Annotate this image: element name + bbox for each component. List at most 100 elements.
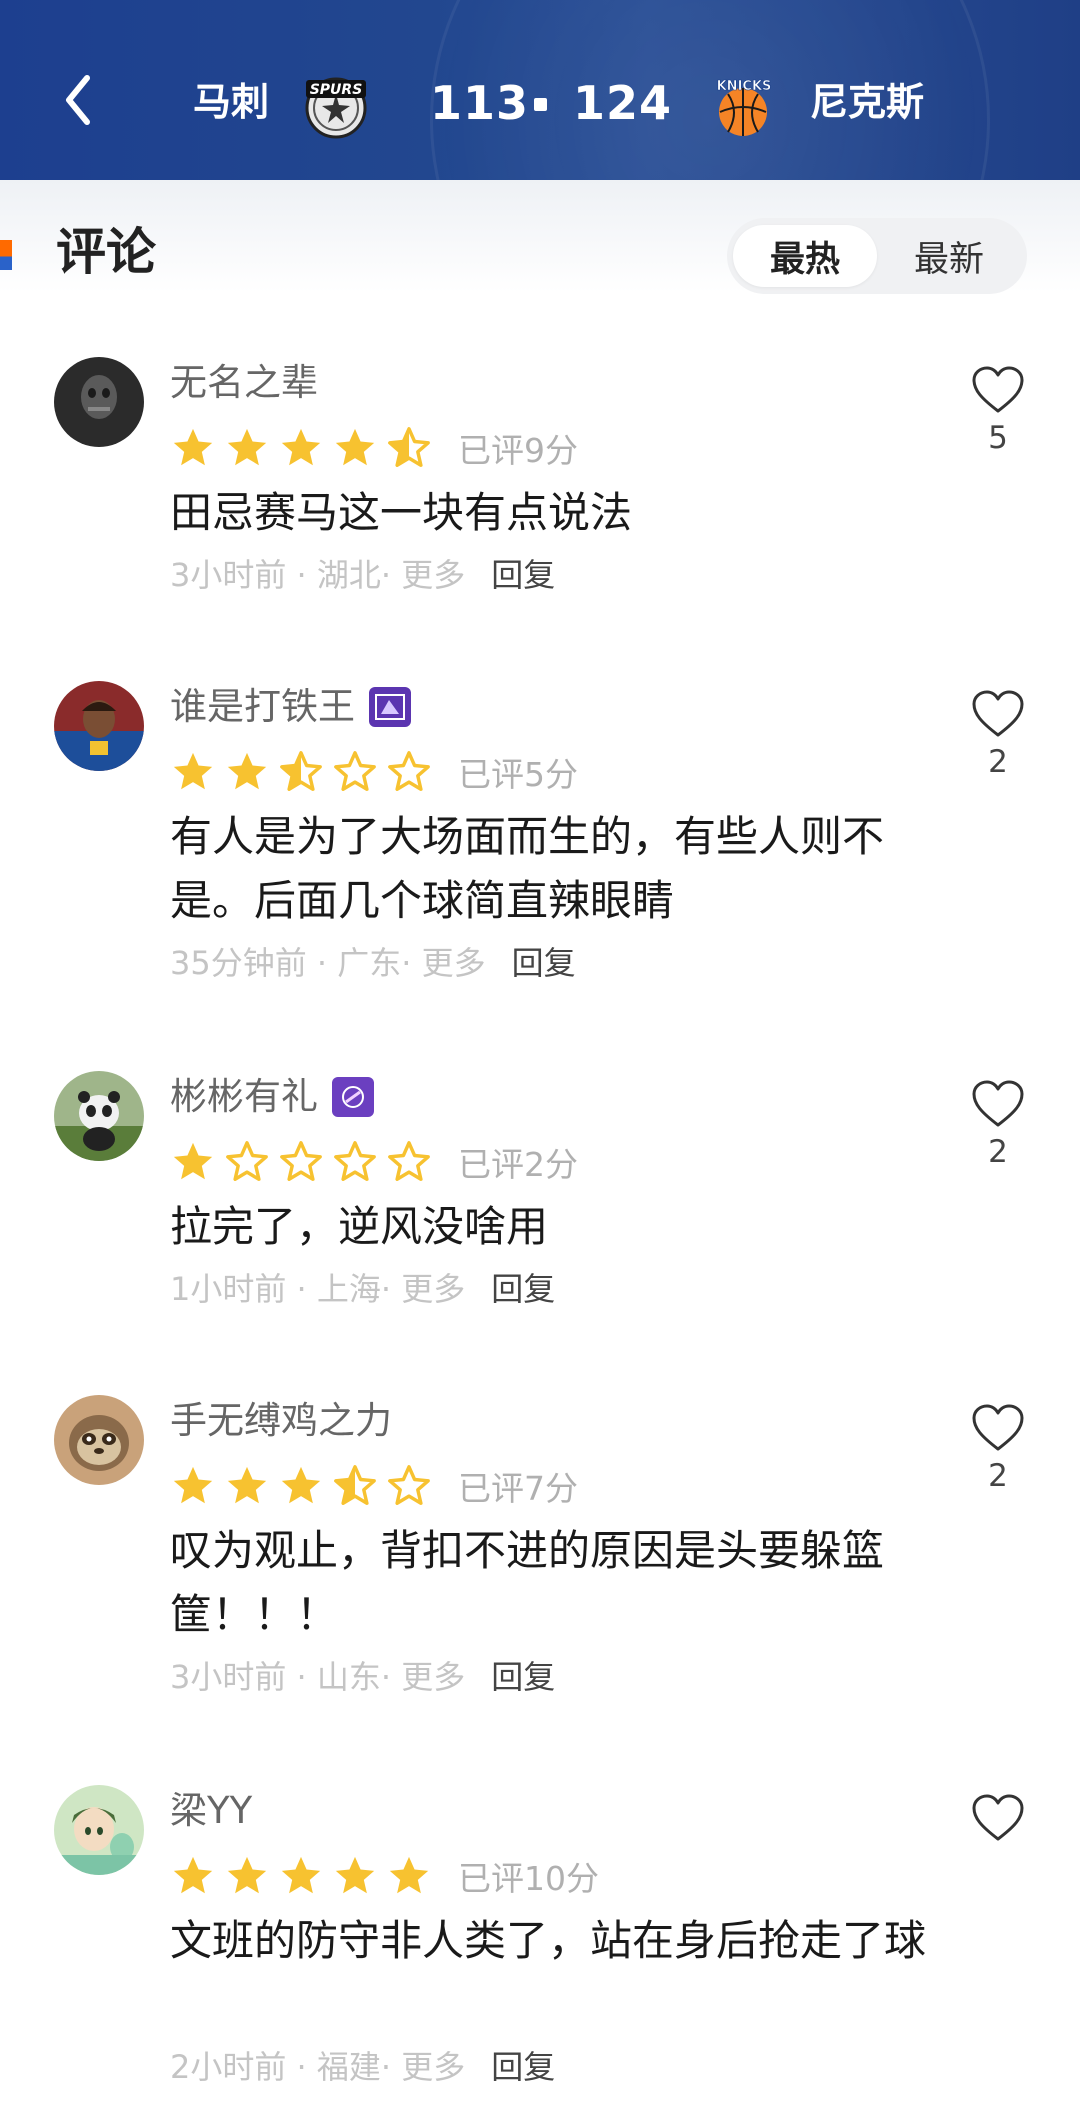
avatar[interactable] bbox=[54, 357, 144, 447]
username[interactable]: 谁是打铁王 bbox=[170, 685, 411, 729]
comment-meta: 1小时前 · 上海 · 更多 回复 bbox=[170, 1267, 555, 1311]
away-team-name[interactable]: 尼克斯 bbox=[810, 80, 924, 124]
sort-toggle: 最热 最新 bbox=[727, 218, 1027, 294]
comment-time: 3小时前 bbox=[170, 556, 287, 594]
star-full-icon bbox=[281, 428, 321, 466]
like-button[interactable]: 2 bbox=[968, 1079, 1028, 1171]
game-header: 马刺 SPURS 113 124 KNICKS 尼克斯 bbox=[0, 0, 1080, 180]
star-rating: 已评2分 bbox=[170, 1139, 578, 1185]
more-link[interactable]: 更多 bbox=[401, 1655, 465, 1699]
reply-button[interactable]: 回复 bbox=[512, 941, 576, 985]
star-rating: 已评7分 bbox=[170, 1463, 578, 1509]
more-link[interactable]: 更多 bbox=[422, 941, 486, 985]
comment-time: 35分钟前 bbox=[170, 944, 307, 982]
comment-meta: 35分钟前 · 广东 · 更多 回复 bbox=[170, 941, 576, 985]
comment-location: 上海 bbox=[316, 1270, 381, 1308]
avatar[interactable] bbox=[54, 1395, 144, 1485]
star-full-icon bbox=[227, 752, 267, 790]
comment-location: 山东 bbox=[316, 1658, 381, 1696]
like-count: 2 bbox=[988, 1458, 1008, 1494]
comment-location: 福建 bbox=[316, 2048, 381, 2086]
knicks-logo[interactable]: KNICKS bbox=[710, 72, 778, 140]
heart-icon bbox=[972, 1404, 1024, 1451]
star-empty-icon bbox=[388, 1141, 430, 1181]
like-button[interactable]: 2 bbox=[968, 1403, 1028, 1495]
avatar[interactable] bbox=[54, 1071, 144, 1161]
sort-new-tab[interactable]: 最新 bbox=[877, 225, 1021, 287]
star-full-icon bbox=[227, 1856, 267, 1894]
team-badge-icon bbox=[369, 687, 411, 727]
star-rating: 已评5分 bbox=[170, 749, 578, 795]
reply-button[interactable]: 回复 bbox=[491, 1655, 555, 1699]
star-full-icon bbox=[173, 428, 213, 466]
reply-button[interactable]: 回复 bbox=[491, 2045, 555, 2089]
star-full-icon bbox=[173, 752, 213, 790]
username[interactable]: 梁YY bbox=[170, 1789, 252, 1833]
star-full-icon bbox=[335, 1856, 375, 1894]
star-full-icon bbox=[173, 1466, 213, 1504]
more-link[interactable]: 更多 bbox=[401, 1267, 465, 1311]
like-button[interactable]: 5 bbox=[968, 365, 1028, 457]
spurs-logo[interactable]: SPURS bbox=[302, 72, 370, 140]
section-title: 评论 bbox=[56, 223, 156, 281]
comment-time: 2小时前 bbox=[170, 2048, 287, 2086]
comment-location: 广东 bbox=[337, 944, 402, 982]
like-button[interactable]: 2 bbox=[968, 689, 1028, 781]
comment-text[interactable]: 叹为观止，背扣不进的原因是头要躲篮筐！！！ bbox=[170, 1519, 950, 1647]
comment-text[interactable]: 文班的防守非人类了，站在身后抢走了球 bbox=[170, 1909, 950, 1973]
heart-icon bbox=[972, 1794, 1024, 1841]
comment-text[interactable]: 有人是为了大场面而生的，有些人则不是。后面几个球简直辣眼睛 bbox=[170, 805, 950, 933]
username[interactable]: 手无缚鸡之力 bbox=[170, 1399, 392, 1443]
star-empty-icon bbox=[334, 751, 376, 791]
avatar[interactable] bbox=[54, 1785, 144, 1875]
comment-meta: 3小时前 · 山东 · 更多 回复 bbox=[170, 1655, 555, 1699]
star-empty-icon bbox=[388, 751, 430, 791]
comment-time: 1小时前 bbox=[170, 1270, 287, 1308]
comment-time: 3小时前 bbox=[170, 1658, 287, 1696]
svg-text:SPURS: SPURS bbox=[310, 82, 363, 98]
username[interactable]: 无名之辈 bbox=[170, 361, 318, 405]
like-button[interactable] bbox=[968, 1793, 1028, 1847]
comment-text[interactable]: 田忌赛马这一块有点说法 bbox=[170, 481, 950, 545]
comment-location: 湖北 bbox=[316, 556, 381, 594]
heart-icon bbox=[972, 366, 1024, 413]
heart-icon bbox=[972, 1080, 1024, 1127]
more-link[interactable]: 更多 bbox=[401, 2045, 465, 2089]
star-full-icon bbox=[173, 1142, 213, 1180]
more-link[interactable]: 更多 bbox=[401, 553, 465, 597]
like-count: 2 bbox=[988, 744, 1008, 780]
rated-label: 已评7分 bbox=[458, 1469, 578, 1508]
home-score: 113 bbox=[430, 76, 530, 130]
like-count: 2 bbox=[988, 1134, 1008, 1170]
star-half-icon bbox=[280, 751, 322, 791]
rated-label: 已评2分 bbox=[458, 1145, 578, 1184]
star-half-icon bbox=[334, 1465, 376, 1505]
avatar[interactable] bbox=[54, 681, 144, 771]
section-marker bbox=[0, 240, 12, 270]
svg-text:KNICKS: KNICKS bbox=[717, 79, 772, 94]
star-rating: 已评10分 bbox=[170, 1853, 599, 1899]
star-empty-icon bbox=[334, 1141, 376, 1181]
back-button[interactable] bbox=[56, 70, 100, 130]
star-empty-icon bbox=[280, 1141, 322, 1181]
rated-label: 已评9分 bbox=[458, 431, 578, 470]
heart-icon bbox=[972, 690, 1024, 737]
sort-hot-tab[interactable]: 最热 bbox=[733, 225, 877, 287]
star-half-icon bbox=[388, 427, 430, 467]
comment-meta: 2小时前 · 福建 · 更多 回复 bbox=[170, 2045, 555, 2089]
username[interactable]: 彬彬有礼 bbox=[170, 1075, 374, 1119]
away-score: 124 bbox=[573, 76, 673, 130]
rated-label: 已评10分 bbox=[458, 1859, 599, 1898]
star-full-icon bbox=[335, 428, 375, 466]
star-full-icon bbox=[389, 1856, 429, 1894]
comment-text[interactable]: 拉完了，逆风没啥用 bbox=[170, 1195, 950, 1259]
reply-button[interactable]: 回复 bbox=[491, 1267, 555, 1311]
home-team-name[interactable]: 马刺 bbox=[193, 80, 269, 124]
rated-label: 已评5分 bbox=[458, 755, 578, 794]
reply-button[interactable]: 回复 bbox=[491, 553, 555, 597]
star-full-icon bbox=[227, 428, 267, 466]
star-empty-icon bbox=[388, 1465, 430, 1505]
score-separator bbox=[534, 98, 547, 111]
like-count: 5 bbox=[988, 420, 1008, 456]
star-full-icon bbox=[227, 1466, 267, 1504]
